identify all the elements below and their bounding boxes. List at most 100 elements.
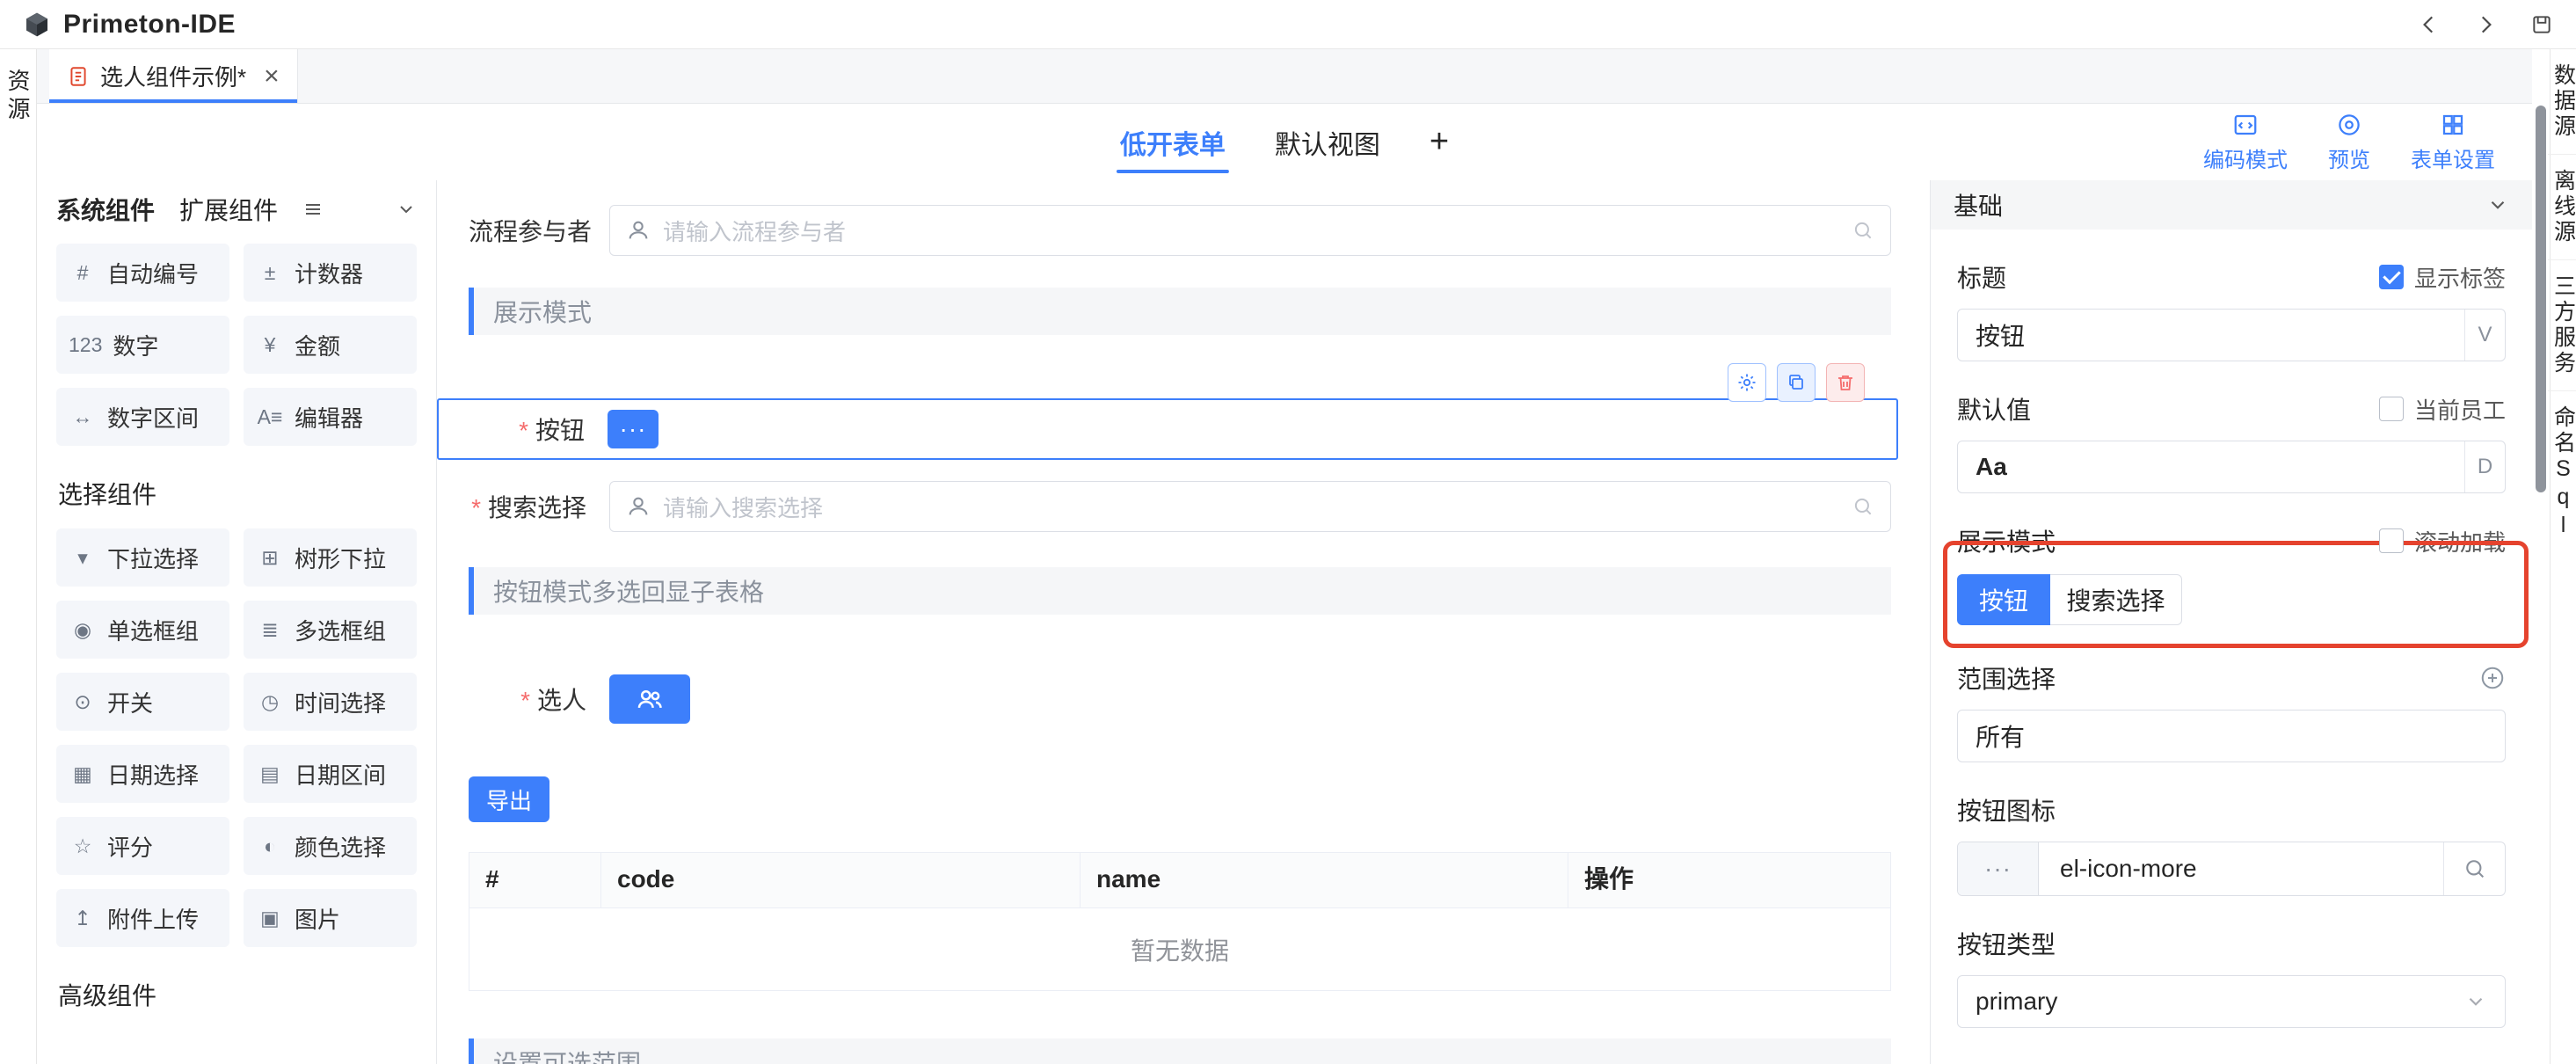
palette-item-icon: 123 xyxy=(69,333,102,357)
checkbox-unchecked-icon[interactable] xyxy=(2379,397,2404,421)
grid-icon xyxy=(2440,112,2466,138)
palette-group-basic: #自动编号 ±计数器 123数字 ¥金额 ↔数字区间 A≡编辑器 xyxy=(56,244,417,446)
palette-item-icon: ⊙ xyxy=(69,690,97,714)
scrollbar-track[interactable] xyxy=(2532,49,2550,1064)
more-dots-button[interactable]: ··· xyxy=(608,410,659,448)
palette-item[interactable]: ◐颜色选择 xyxy=(244,817,417,875)
palette-item[interactable]: #自动编号 xyxy=(56,244,229,302)
chevron-down-icon[interactable] xyxy=(396,199,417,220)
section-display-mode: 展示模式 xyxy=(469,288,1891,335)
preview-icon xyxy=(2336,112,2362,138)
component-palette: 系统组件 扩展组件 #自动编号 ±计数器 123数字 ¥金额 xyxy=(37,180,437,1064)
palette-item-icon: ± xyxy=(256,261,284,285)
rail-tab-third-party-service[interactable]: 三方服务 xyxy=(2548,260,2576,391)
show-label-checkbox[interactable]: 显示标签 xyxy=(2379,261,2506,294)
palette-item[interactable]: ☆评分 xyxy=(56,817,229,875)
segment-button-button[interactable]: 按钮 xyxy=(1957,574,2050,625)
save-icon[interactable] xyxy=(2530,13,2553,36)
palette-item[interactable]: ▣图片 xyxy=(244,889,417,947)
palette-item[interactable]: ¥金额 xyxy=(244,316,417,374)
person-icon xyxy=(626,494,651,519)
form-settings-button[interactable]: 表单设置 xyxy=(2411,112,2495,173)
delete-button[interactable] xyxy=(1826,363,1865,402)
palette-item-icon: ↔ xyxy=(69,405,97,429)
rail-tab-named-sql[interactable]: 命名Sql xyxy=(2548,391,2576,555)
palette-item-icon: ¥ xyxy=(256,333,284,357)
title-input[interactable]: 按钮 V xyxy=(1957,309,2506,361)
field-participant: 流程参与者 请输入流程参与者 xyxy=(469,205,1891,256)
rail-tab-offline-source[interactable]: 离线源 xyxy=(2548,155,2576,260)
palette-section-title-select: 选择组件 xyxy=(58,476,415,511)
properties-header[interactable]: 基础 xyxy=(1931,180,2532,230)
default-value-input[interactable]: Aa D xyxy=(1957,441,2506,493)
scrollbar-thumb[interactable] xyxy=(2536,106,2546,492)
tab-system-components[interactable]: 系统组件 xyxy=(56,192,155,227)
palette-item[interactable]: ↥附件上传 xyxy=(56,889,229,947)
main-area: 资源 选人组件示例* × 低开表单 默认视图 + xyxy=(0,49,2576,1064)
add-view-tab-button[interactable]: + xyxy=(1430,104,1449,180)
palette-item[interactable]: ▦日期选择 xyxy=(56,745,229,803)
title-input-suffix: V xyxy=(2464,310,2505,361)
default-input-suffix: D xyxy=(2464,441,2505,492)
copy-button[interactable] xyxy=(1777,363,1816,402)
rail-tab-resources[interactable]: 资源 xyxy=(2,69,34,125)
palette-item[interactable]: ▤日期区间 xyxy=(244,745,417,803)
table-column-name: name xyxy=(1081,853,1568,907)
checkbox-unchecked-icon[interactable] xyxy=(2379,528,2404,553)
field-label: *选人 xyxy=(469,681,609,717)
palette-item[interactable]: 123数字 xyxy=(56,316,229,374)
settings-gear-button[interactable] xyxy=(1728,363,1766,402)
prop-row-button-text: 按钮文字 xyxy=(1957,1058,2506,1064)
palette-item[interactable]: ⊙开关 xyxy=(56,673,229,731)
pick-person-button[interactable] xyxy=(609,674,690,724)
prop-row-display-mode: 展示模式 滚动加载 xyxy=(1957,523,2506,558)
palette-item[interactable]: A≡编辑器 xyxy=(244,388,417,446)
tab-extension-components[interactable]: 扩展组件 xyxy=(179,192,278,227)
right-rail: 数据源 离线源 三方服务 命名Sql xyxy=(2550,49,2576,1064)
plus-circle-icon[interactable] xyxy=(2479,665,2506,691)
search-select-input[interactable]: 请输入搜索选择 xyxy=(609,481,1891,532)
palette-item[interactable]: ±计数器 xyxy=(244,244,417,302)
palette-item[interactable]: ⊞树形下拉 xyxy=(244,528,417,587)
palette-item[interactable]: ◉单选框组 xyxy=(56,601,229,659)
chevron-down-icon xyxy=(2464,990,2487,1013)
nav-back-icon[interactable] xyxy=(2418,13,2441,36)
tab-default-view[interactable]: 默认视图 xyxy=(1275,104,1380,180)
button-icon-input[interactable]: ··· el-icon-more xyxy=(1957,842,2506,896)
button-type-select[interactable]: primary xyxy=(1957,975,2506,1028)
close-icon[interactable]: × xyxy=(264,63,280,90)
range-select-input[interactable]: 所有 xyxy=(1957,710,2506,762)
selected-field-button[interactable]: *按钮 ··· xyxy=(437,398,1898,460)
palette-item-icon: ▤ xyxy=(256,762,284,786)
header-actions: 编码模式 预览 表单设置 xyxy=(2203,112,2495,173)
section-bottom: 设置可选范围 xyxy=(469,1038,1891,1064)
participant-input[interactable]: 请输入流程参与者 xyxy=(609,205,1891,256)
tab-low-code-form[interactable]: 低开表单 xyxy=(1120,104,1226,180)
app-title: Primeton-IDE xyxy=(63,10,236,40)
prop-row-button-icon: 按钮图标 xyxy=(1957,792,2506,827)
rail-tab-datasource[interactable]: 数据源 xyxy=(2548,49,2576,155)
app-window: Primeton-IDE 资源 选 xyxy=(0,0,2576,1064)
nav-forward-icon[interactable] xyxy=(2474,13,2497,36)
prop-row-button-type: 按钮类型 xyxy=(1957,926,2506,961)
palette-item[interactable]: ◷时间选择 xyxy=(244,673,417,731)
search-icon[interactable] xyxy=(2443,842,2505,895)
prop-row-title: 标题 显示标签 xyxy=(1957,259,2506,295)
palette-item-icon: ▾ xyxy=(69,546,97,570)
doc-tab-active[interactable]: 选人组件示例* × xyxy=(49,49,298,103)
palette-item[interactable]: ↔数字区间 xyxy=(56,388,229,446)
code-mode-icon xyxy=(2232,112,2259,138)
field-label: 流程参与者 xyxy=(469,213,609,248)
palette-item[interactable]: ≣多选框组 xyxy=(244,601,417,659)
preview-button[interactable]: 预览 xyxy=(2328,112,2370,173)
hamburger-icon[interactable] xyxy=(302,199,324,220)
scroll-load-checkbox[interactable]: 滚动加载 xyxy=(2379,525,2506,558)
table-column-code: code xyxy=(601,853,1081,907)
palette-item[interactable]: ▾下拉选择 xyxy=(56,528,229,587)
palette-item-icon: ◉ xyxy=(69,618,97,642)
checkbox-checked-icon[interactable] xyxy=(2379,265,2404,289)
export-button[interactable]: 导出 xyxy=(469,776,549,822)
segment-search-select-button[interactable]: 搜索选择 xyxy=(2050,574,2182,625)
code-mode-button[interactable]: 编码模式 xyxy=(2203,112,2288,173)
current-employee-checkbox[interactable]: 当前员工 xyxy=(2379,393,2506,426)
